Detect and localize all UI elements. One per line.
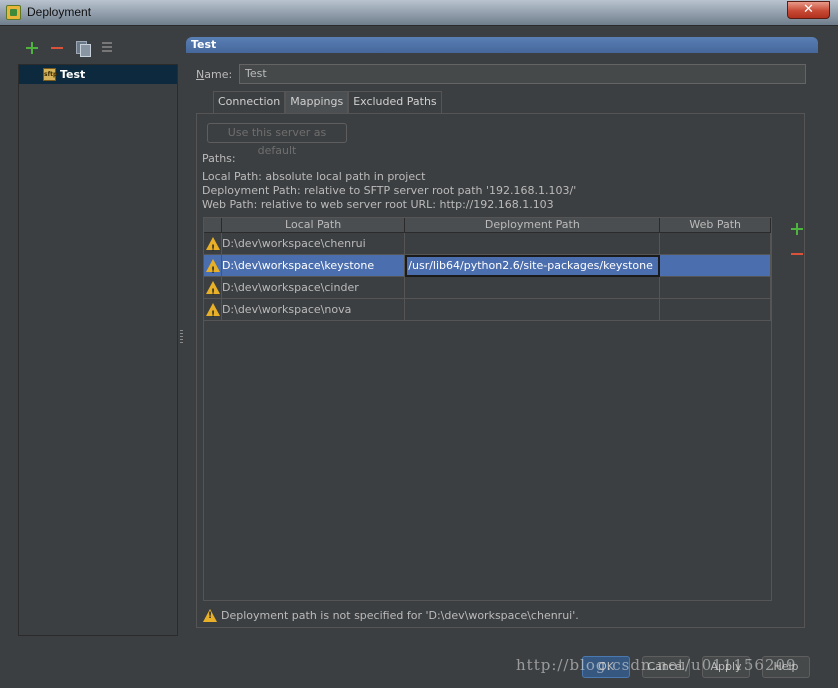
local-path-cell[interactable]: D:\dev\workspace\keystone — [222, 255, 406, 276]
table-header: Local Path Deployment Path Web Path — [204, 218, 771, 233]
web-path-cell[interactable] — [660, 299, 771, 320]
warning-icon — [206, 303, 220, 320]
paths-title: Paths: — [202, 152, 236, 165]
title-bar: Deployment ✕ — [0, 0, 838, 26]
sftp-icon: sftp — [43, 68, 57, 81]
deployment-path-editor[interactable]: /usr/lib64/python2.6/site-packages/keyst… — [405, 255, 661, 277]
local-path-cell[interactable]: D:\dev\workspace\cinder — [222, 277, 406, 298]
paths-info: Local Path: absolute local path in proje… — [202, 170, 576, 212]
remove-mapping-icon[interactable] — [789, 246, 805, 262]
copy-server-icon[interactable] — [74, 40, 91, 57]
panel-header: Test — [186, 37, 818, 53]
name-field[interactable]: Test — [239, 64, 806, 84]
apply-button[interactable]: Apply — [702, 656, 750, 678]
server-item-label: Test — [60, 68, 86, 81]
local-path-cell[interactable]: D:\dev\workspace\chenrui — [222, 233, 406, 254]
mappings-table: Local Path Deployment Path Web Path D:\d… — [203, 217, 772, 601]
tab-excluded-paths[interactable]: Excluded Paths — [348, 91, 442, 113]
table-row[interactable]: D:\dev\workspace\chenrui — [204, 233, 771, 255]
tab-mappings[interactable]: Mappings — [285, 91, 349, 113]
column-header-local-path[interactable]: Local Path — [222, 218, 406, 232]
paths-info-line: Deployment Path: relative to SFTP server… — [202, 184, 577, 197]
window-title: Deployment — [27, 5, 92, 19]
ok-button[interactable]: OK — [582, 656, 630, 678]
tab-bar: Connection Mappings Excluded Paths — [213, 91, 442, 113]
add-server-icon[interactable] — [24, 40, 40, 56]
help-button[interactable]: Help — [762, 656, 810, 678]
web-path-cell[interactable] — [660, 255, 771, 276]
web-path-cell[interactable] — [660, 277, 771, 298]
tab-connection[interactable]: Connection — [213, 91, 286, 113]
deployment-path-cell[interactable] — [405, 299, 661, 320]
server-item-test[interactable]: sftp Test — [19, 65, 177, 84]
server-config-panel: Test Name: Test Connection Mappings Excl… — [186, 37, 818, 637]
deployment-path-cell[interactable] — [405, 277, 661, 298]
validation-text: Deployment path is not specified for 'D:… — [221, 609, 579, 622]
web-path-cell[interactable] — [660, 233, 771, 254]
table-row[interactable]: D:\dev\workspace\keystone /usr/lib64/pyt… — [204, 255, 771, 277]
app-icon — [6, 5, 21, 20]
table-header-icon-col — [204, 218, 222, 232]
cancel-button[interactable]: Cancel — [642, 656, 690, 678]
warning-icon — [206, 259, 220, 276]
paths-info-line: Local Path: absolute local path in proje… — [202, 170, 426, 183]
table-row[interactable]: D:\dev\workspace\cinder — [204, 277, 771, 299]
row-status-cell — [204, 299, 222, 320]
mappings-tab-content: Use this server as default Paths: Local … — [196, 113, 805, 628]
warning-icon — [206, 237, 220, 254]
add-mapping-icon[interactable] — [789, 221, 805, 237]
mapping-actions — [789, 221, 807, 271]
row-status-cell — [204, 233, 222, 254]
server-panel: sftp Test — [18, 36, 178, 636]
name-label: Name: — [196, 67, 233, 81]
server-toolbar — [18, 36, 178, 60]
splitter-handle[interactable] — [180, 330, 183, 344]
server-list: sftp Test — [18, 64, 178, 636]
close-button[interactable]: ✕ — [787, 1, 830, 19]
set-default-icon[interactable] — [99, 40, 115, 56]
column-header-web-path[interactable]: Web Path — [660, 218, 771, 232]
warning-icon — [206, 281, 220, 298]
name-row: Name: Test — [196, 64, 806, 84]
use-as-default-button[interactable]: Use this server as default — [207, 123, 347, 157]
paths-info-line: Web Path: relative to web server root UR… — [202, 198, 554, 211]
dialog-buttons: OK Cancel Apply Help — [582, 656, 810, 678]
warning-icon — [203, 609, 217, 622]
remove-server-icon[interactable] — [49, 40, 65, 56]
row-status-cell — [204, 255, 222, 276]
row-status-cell — [204, 277, 222, 298]
local-path-cell[interactable]: D:\dev\workspace\nova — [222, 299, 406, 320]
table-row[interactable]: D:\dev\workspace\nova — [204, 299, 771, 321]
deployment-path-cell[interactable] — [405, 233, 661, 254]
column-header-deployment-path[interactable]: Deployment Path — [405, 218, 661, 232]
validation-message: Deployment path is not specified for 'D:… — [203, 609, 579, 622]
